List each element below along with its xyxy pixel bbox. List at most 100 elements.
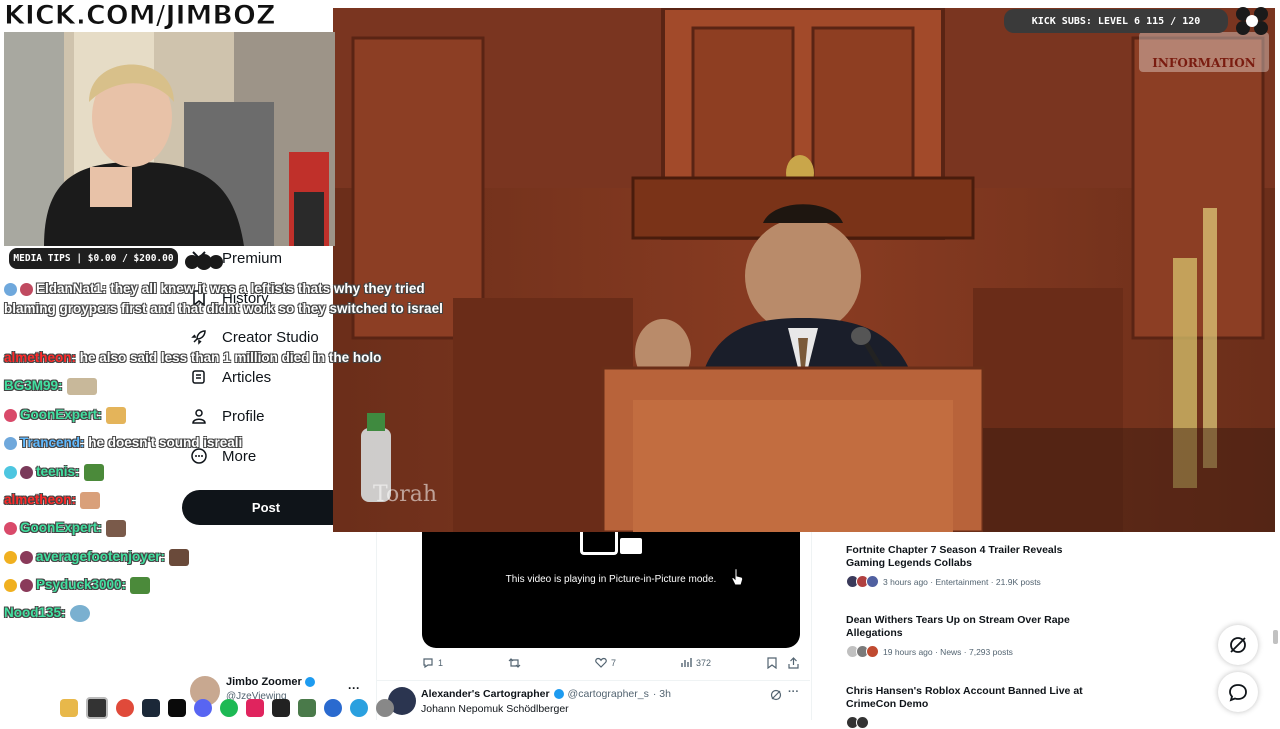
chat-emote-icon: [83, 463, 104, 481]
app-icon[interactable]: [324, 699, 342, 717]
app-icon[interactable]: [376, 699, 394, 717]
chat-message: BG3M99:: [4, 376, 97, 396]
chat-icon: [1229, 684, 1247, 702]
sidebar-item-label: Creator Studio: [222, 328, 319, 346]
sidebar-item-label: Premium: [222, 249, 283, 267]
chat-text: he also said less than 1 million died in…: [79, 350, 382, 365]
chat-username[interactable]: Psyduck3000:: [36, 577, 126, 592]
chat-badge-icon: [4, 465, 17, 479]
trend-avatars: [846, 645, 879, 658]
account-more-button[interactable]: ···: [348, 681, 360, 695]
chat-badge-icon: [20, 282, 33, 296]
tweet-time[interactable]: · 3h: [653, 688, 671, 700]
pip-icon: [580, 532, 618, 555]
video-player[interactable]: INFORMATION Torah: [333, 8, 1275, 532]
chat-message: Psyduck3000:: [4, 575, 151, 595]
chat-username[interactable]: teenis:: [36, 464, 80, 479]
chat-emote-icon: [105, 406, 126, 424]
chat-badge-icon: [4, 408, 17, 422]
heart-icon: [595, 657, 607, 668]
bookmark-button[interactable]: [767, 657, 777, 669]
sidebar-item-creator-studio[interactable]: Creator Studio: [190, 328, 319, 346]
terminal-icon[interactable]: [168, 699, 186, 717]
chat-emote-icon: [105, 519, 126, 537]
chat-username[interactable]: BG3M99:: [4, 378, 63, 393]
video-frame: [333, 8, 1275, 532]
pip-window-icon: [620, 538, 642, 554]
file-explorer-icon[interactable]: [60, 699, 78, 717]
chat-username[interactable]: almetheon:: [4, 350, 76, 365]
chat-emote-icon: [69, 604, 90, 622]
chat-username[interactable]: Nood135:: [4, 605, 66, 620]
watermark-torah: Torah: [373, 482, 438, 507]
reply-icon: [423, 658, 433, 669]
article-icon: [190, 368, 208, 386]
messages-button[interactable]: [1218, 672, 1258, 712]
repost-button[interactable]: [508, 657, 521, 669]
telegram-icon[interactable]: [350, 699, 368, 717]
sidebar-item-profile[interactable]: Profile: [190, 407, 265, 425]
sidebar-item-label: Profile: [222, 407, 265, 425]
chat-message: averagefootenjoyer:: [4, 547, 190, 567]
chat-username[interactable]: EldanNat1:: [36, 281, 107, 296]
views-count: 372: [696, 657, 712, 668]
video-pip-placeholder[interactable]: This video is playing in Picture-in-Pict…: [422, 532, 800, 648]
chrome-icon[interactable]: [116, 699, 134, 717]
kick-logo-icon: [1236, 7, 1268, 35]
post-button[interactable]: Post: [182, 490, 350, 525]
bookmark-icon: [767, 657, 777, 669]
subs-goal-badge: KICK SUBS: LEVEL 6 115 / 120: [1004, 9, 1228, 33]
chat-emote-icon: [66, 377, 97, 395]
chat-badge-icon: [4, 550, 17, 564]
app-icon[interactable]: [272, 699, 290, 717]
chat-emote-icon: [130, 576, 151, 594]
app-icon[interactable]: [246, 699, 264, 717]
obs-icon[interactable]: [86, 697, 108, 719]
chat-message: teenis:: [4, 462, 104, 482]
chat-badge-icon: [4, 436, 17, 450]
chat-username[interactable]: averagefootenjoyer:: [36, 549, 165, 564]
trend-item[interactable]: Fortnite Chapter 7 Season 4 Trailer Reve…: [846, 544, 1086, 588]
chat-username[interactable]: almetheon:: [4, 492, 76, 507]
spotify-icon[interactable]: [220, 699, 238, 717]
pip-message: This video is playing in Picture-in-Pict…: [505, 574, 717, 585]
tweet-more-button[interactable]: ···: [788, 686, 799, 698]
chat-badge-icon: [4, 282, 17, 296]
chat-message: GoonExpert:: [4, 405, 126, 425]
share-button[interactable]: [788, 657, 799, 669]
watermark-logo: INFORMATION: [1139, 32, 1269, 72]
watermark-text: INFORMATION: [1152, 56, 1256, 70]
media-tips-goal-badge: MEDIA TIPS | $0.00 / $200.00: [9, 248, 178, 269]
trend-title: Fortnite Chapter 7 Season 4 Trailer Reve…: [846, 544, 1063, 569]
trend-title: Dean Withers Tears Up on Stream Over Rap…: [846, 614, 1070, 639]
tweet-handle[interactable]: @cartographer_s: [568, 688, 649, 700]
app-icon[interactable]: [298, 699, 316, 717]
views-button[interactable]: 372: [681, 657, 711, 668]
person-icon: [190, 407, 208, 425]
tweet-text: Johann Nepomuk Schödlberger: [421, 703, 569, 715]
trend-meta-text: 3 hours ago · Entertainment · 21.9K post…: [883, 576, 1041, 587]
tweet[interactable]: Alexander's Cartographer @cartographer_s…: [388, 686, 808, 720]
chat-message: EldanNat1: they all knew it was a leftis…: [4, 279, 444, 319]
taskbar: [60, 696, 420, 720]
scrollbar[interactable]: [1273, 630, 1278, 644]
sidebar-item-articles[interactable]: Articles: [190, 368, 271, 386]
trend-item[interactable]: Dean Withers Tears Up on Stream Over Rap…: [846, 614, 1086, 658]
steam-icon[interactable]: [142, 699, 160, 717]
chat-badge-icon: [20, 578, 33, 592]
chat-message: Trancend: he doesn't sound isreali: [4, 433, 242, 453]
tweet-author[interactable]: Alexander's Cartographer: [421, 688, 550, 700]
trend-item[interactable]: Chris Hansen's Roblox Account Banned Liv…: [846, 685, 1086, 729]
like-button[interactable]: 7: [595, 657, 616, 669]
grok-icon[interactable]: [770, 689, 782, 701]
chat-username[interactable]: GoonExpert:: [20, 520, 102, 535]
tweet-header: Alexander's Cartographer @cartographer_s…: [421, 688, 671, 700]
reply-button[interactable]: 1: [422, 657, 443, 669]
chat-message: GoonExpert:: [4, 518, 126, 538]
grok-button[interactable]: [1218, 625, 1258, 665]
chat-username[interactable]: Trancend:: [20, 435, 85, 450]
discord-icon[interactable]: [194, 699, 212, 717]
trend-meta: 3 hours ago · Entertainment · 21.9K post…: [846, 575, 1086, 588]
trend-meta: 19 hours ago · News · 7,293 posts: [846, 645, 1086, 658]
chat-username[interactable]: GoonExpert:: [20, 407, 102, 422]
